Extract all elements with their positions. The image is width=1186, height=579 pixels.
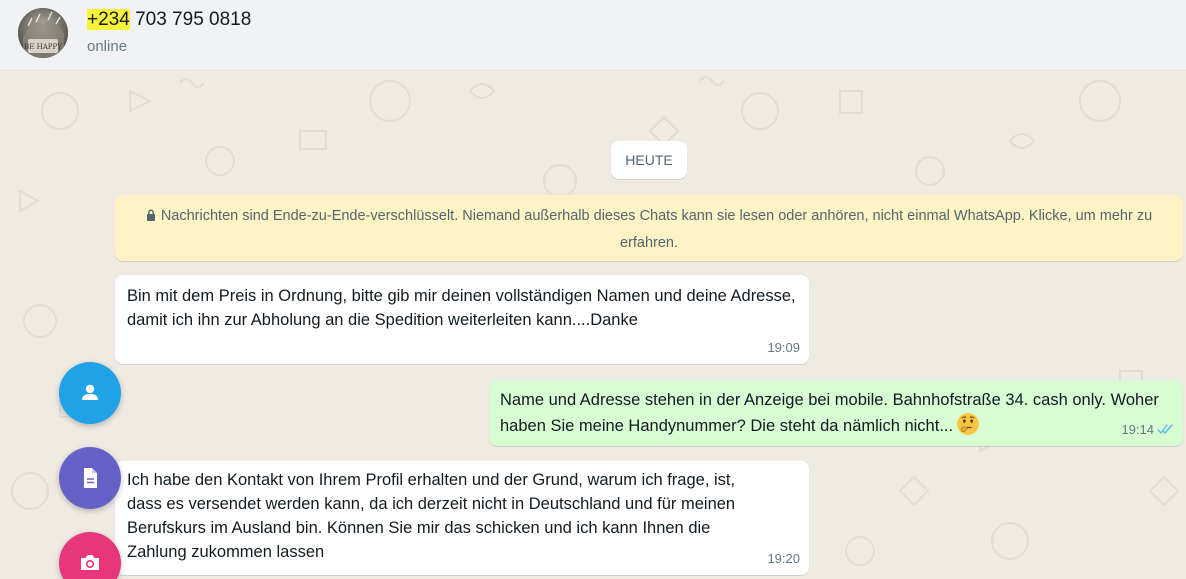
encryption-notice-text: Nachrichten sind Ende-zu-Ende-verschlüss… (160, 208, 1153, 251)
chat-area[interactable]: HEUTE Nachrichten sind Ende-zu-Ende-vers… (0, 71, 1186, 579)
outgoing-message[interactable]: Name und Adresse stehen in der Anzeige b… (489, 380, 1183, 446)
contact-name[interactable]: +234 703 795 0818 (87, 9, 251, 31)
thinking-face-icon (957, 413, 980, 435)
message-text: Ich habe den Kontakt von Ihrem Profil er… (127, 471, 736, 561)
message-text: Name und Adresse stehen in der Anzeige b… (500, 388, 1172, 438)
camera-icon (81, 555, 99, 570)
message-text: Bin mit dem Preis in Ordnung, bitte gib … (127, 287, 796, 329)
attach-contact-button[interactable] (59, 362, 121, 424)
date-chip: HEUTE (611, 141, 687, 179)
message-time: 19:09 (767, 340, 800, 355)
incoming-message[interactable]: Ich habe den Kontakt von Ihrem Profil er… (115, 461, 809, 575)
contact-icon (82, 384, 98, 400)
contact-status: online (87, 38, 128, 55)
lock-icon (146, 209, 155, 221)
message-text-body: Name und Adresse stehen in der Anzeige b… (500, 391, 1159, 435)
double-check-icon (1157, 424, 1173, 434)
attach-document-button[interactable] (59, 447, 121, 509)
avatar-image: BE HAPPY (18, 8, 68, 58)
document-icon (84, 468, 97, 488)
chat-header[interactable]: BE HAPPY +234 703 795 0818 online (0, 0, 1186, 71)
contact-name-prefix: +234 (87, 9, 130, 30)
avatar[interactable]: BE HAPPY (18, 8, 68, 58)
encryption-notice[interactable]: Nachrichten sind Ende-zu-Ende-verschlüss… (115, 195, 1183, 261)
message-meta: 19:14 (1121, 418, 1174, 442)
contact-name-rest: 703 795 0818 (129, 9, 252, 30)
svg-text:BE HAPPY: BE HAPPY (24, 43, 62, 51)
message-time: 19:14 (1121, 422, 1154, 437)
message-time: 19:20 (767, 551, 800, 566)
incoming-message[interactable]: Bin mit dem Preis in Ordnung, bitte gib … (115, 275, 809, 364)
